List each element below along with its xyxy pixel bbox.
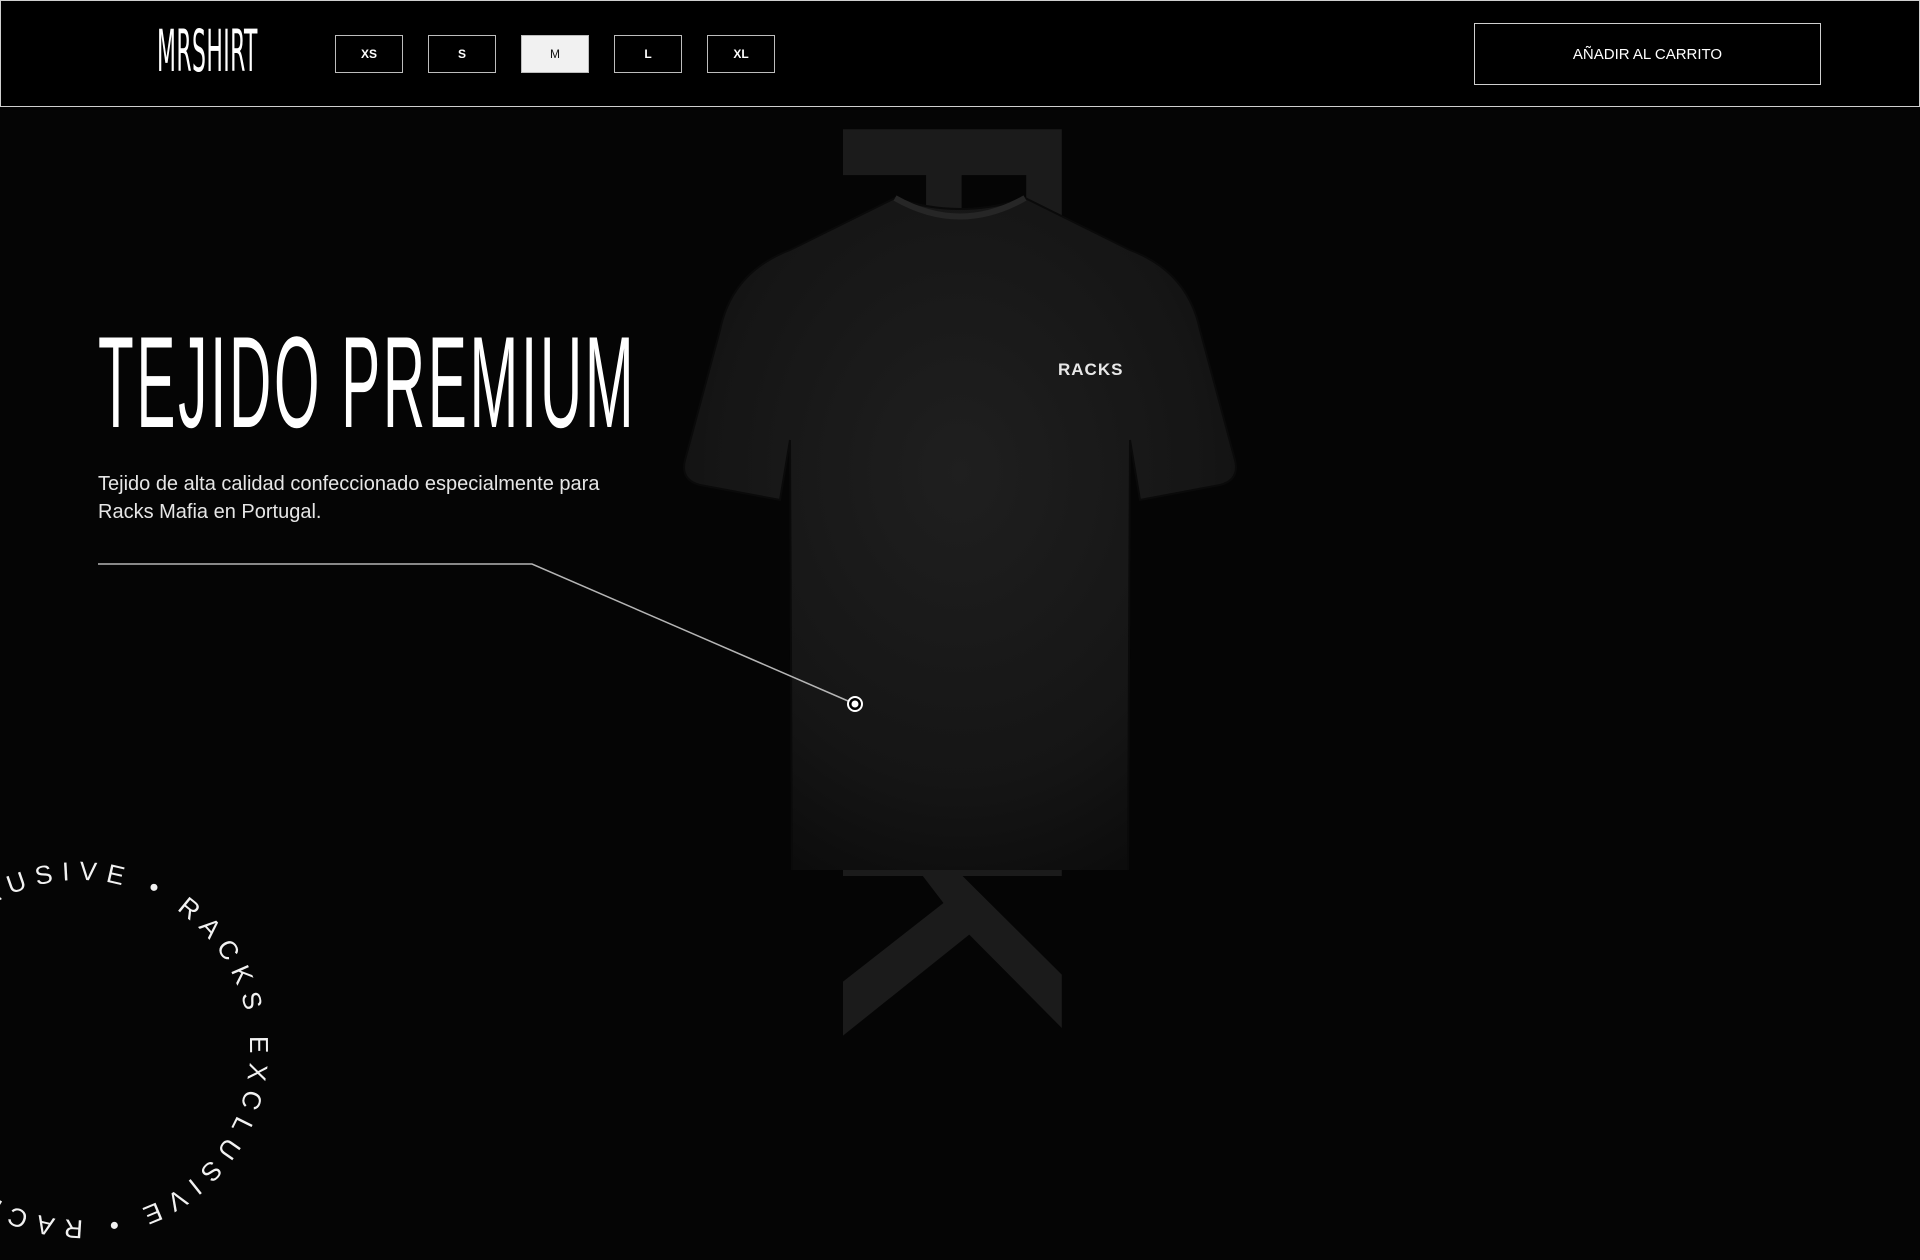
feature-title: TEJIDO PREMIUM (98, 309, 637, 455)
add-to-cart-button[interactable]: AÑADIR AL CARRITO (1474, 23, 1821, 85)
brand-logo[interactable]: MRSHIRT (157, 19, 258, 83)
size-s-button[interactable]: S (428, 35, 496, 73)
size-l-button[interactable]: L (614, 35, 682, 73)
badge-ring-text: RACKS EXCLUSIVE • RACKS EXCLUSIVE • RACK… (0, 840, 290, 1260)
top-bar: MRSHIRT XS S M L XL AÑADIR AL CARRITO (0, 0, 1920, 107)
exclusive-badge: RACKS EXCLUSIVE • RACKS EXCLUSIVE • RACK… (0, 840, 290, 1260)
tshirt-chest-logo: RACKS (1058, 360, 1123, 379)
feature-description: Tejido de alta calidad confeccionado esp… (98, 473, 600, 523)
size-selector: XS S M L XL (335, 35, 775, 73)
tshirt-image: RACKS (683, 195, 1237, 870)
tshirt-body (683, 196, 1237, 870)
size-m-button[interactable]: M (521, 35, 589, 73)
size-xs-button[interactable]: XS (335, 35, 403, 73)
size-xl-button[interactable]: XL (707, 35, 775, 73)
